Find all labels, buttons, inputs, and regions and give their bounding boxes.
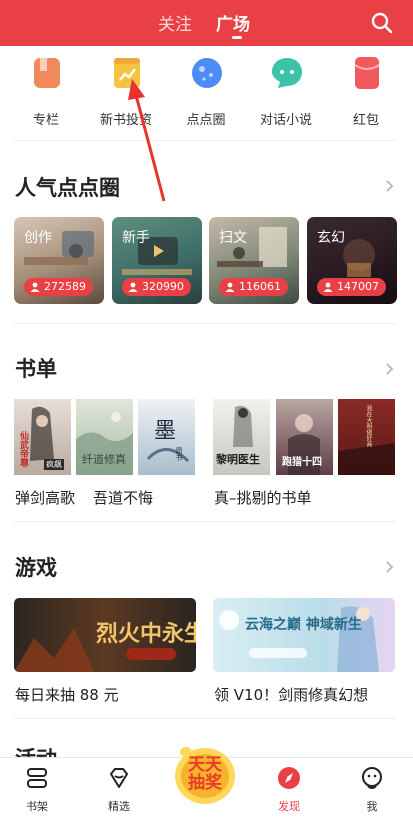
entry-red-packet[interactable]: 红包	[325, 46, 407, 138]
circle-name: 创作	[24, 230, 52, 246]
quick-entries: 专栏 新书投资 点点圈 对话小说 红包	[0, 46, 413, 138]
game-title[interactable]: 领 V10！剑雨修真幻想	[214, 684, 368, 705]
diamond-icon	[110, 768, 128, 788]
section-title-games: 游戏	[15, 556, 57, 580]
face-icon	[362, 767, 382, 789]
lottery-label: 天天抽奖	[188, 755, 222, 793]
nav-discover[interactable]: 发现	[254, 758, 324, 819]
cover-subtitle: 昂书	[175, 447, 183, 461]
game-banner-cloud-sea[interactable]: 云海之巅 神域新生	[213, 598, 395, 672]
member-count: 116061	[239, 280, 281, 293]
circle-name: 扫文	[219, 230, 247, 246]
cover-title: 仙武帝尊	[18, 431, 28, 467]
nav-label: 精选	[108, 800, 130, 813]
circle-card-sweep[interactable]: 扫文 116061	[209, 217, 299, 304]
chevron-right-icon[interactable]	[384, 560, 394, 574]
circle-card-fantasy[interactable]: 玄幻 147007	[307, 217, 397, 304]
entry-dot-circle[interactable]: 点点圈	[165, 46, 247, 138]
bookshelf-icon	[27, 768, 47, 788]
entry-label: 红包	[352, 113, 379, 128]
lottery-button[interactable]: 天天抽奖	[170, 738, 240, 808]
entry-label: 点点圈	[186, 113, 226, 128]
member-count: 272589	[44, 280, 86, 293]
bubble-planet-icon	[192, 58, 222, 88]
user-icon	[225, 282, 235, 292]
nav-label: 我	[366, 800, 378, 813]
circle-name: 玄幻	[317, 230, 345, 246]
top-header: 关注 广场	[0, 0, 413, 46]
member-count: 147007	[337, 280, 379, 293]
tab-follow[interactable]: 关注	[158, 10, 192, 35]
game-banner-fire[interactable]: 烈火中永生	[14, 598, 196, 672]
nav-label: 书架	[26, 800, 48, 813]
book-cover[interactable]: 仙武帝尊 疯飙	[14, 399, 71, 475]
cover-title: 纤道修真	[82, 453, 126, 466]
nav-featured[interactable]: 精选	[84, 758, 154, 819]
red-envelope-icon	[354, 57, 380, 89]
compass-icon	[278, 767, 300, 789]
book-cover[interactable]: 跑猎十四	[276, 399, 333, 475]
cover-subtitle: 疯飙	[44, 459, 64, 470]
annotation-arrow-icon	[128, 79, 166, 202]
user-icon	[30, 282, 40, 292]
circle-card-newbie[interactable]: 新手 320990	[112, 217, 202, 304]
game-title[interactable]: 每日来抽 88 元	[15, 684, 119, 705]
book-cover[interactable]: 黎明医生	[213, 399, 270, 475]
member-count-badge: 320990	[122, 278, 191, 296]
entry-label: 专栏	[32, 113, 59, 128]
entry-column[interactable]: 专栏	[5, 46, 87, 138]
tab-active-indicator	[232, 36, 242, 39]
chevron-right-icon[interactable]	[384, 179, 394, 193]
cover-title: 黎明医生	[216, 453, 260, 466]
entry-label: 对话小说	[259, 113, 312, 128]
booklist-title[interactable]: 弹剑高歌	[15, 487, 75, 508]
divider	[14, 521, 396, 522]
tab-square[interactable]: 广场	[216, 10, 250, 35]
section-title-circles: 人气点点圈	[15, 176, 120, 200]
user-icon	[128, 282, 138, 292]
member-count-badge: 147007	[317, 278, 386, 296]
member-count-badge: 272589	[24, 278, 93, 296]
cover-title: 墨	[154, 419, 177, 444]
booklist-title[interactable]: 吾道不悔	[93, 487, 153, 508]
nav-me[interactable]: 我	[337, 758, 407, 819]
nav-label: 发现	[278, 800, 300, 813]
banner-title: 烈火中永生	[96, 621, 196, 647]
circle-card-creation[interactable]: 创作 272589	[14, 217, 104, 304]
cover-title: 我在大明做奸商	[365, 405, 372, 447]
book-cover[interactable]: 纤道修真	[76, 399, 133, 475]
search-icon[interactable]	[370, 11, 394, 35]
entry-chat-novel[interactable]: 对话小说	[245, 46, 327, 138]
banner-art	[219, 606, 379, 672]
book-cover[interactable]: 墨 昂书	[138, 399, 195, 475]
book-bookmark-icon	[34, 58, 60, 88]
nav-bookshelf[interactable]: 书架	[2, 758, 72, 819]
book-cover[interactable]: 我在大明做奸商	[338, 399, 395, 475]
divider	[14, 323, 396, 324]
divider	[14, 718, 396, 719]
member-count: 320990	[142, 280, 184, 293]
cover-title: 跑猎十四	[282, 457, 322, 468]
chat-bubble-icon	[272, 58, 302, 88]
section-title-booklists: 书单	[15, 357, 57, 381]
member-count-badge: 116061	[219, 278, 288, 296]
divider	[14, 140, 396, 141]
banner-title: 云海之巅 神域新生	[245, 617, 362, 633]
booklist-title[interactable]: 真–挑剔的书单	[214, 487, 312, 508]
circle-name: 新手	[122, 230, 150, 246]
chevron-right-icon[interactable]	[384, 362, 394, 376]
user-icon	[323, 282, 333, 292]
